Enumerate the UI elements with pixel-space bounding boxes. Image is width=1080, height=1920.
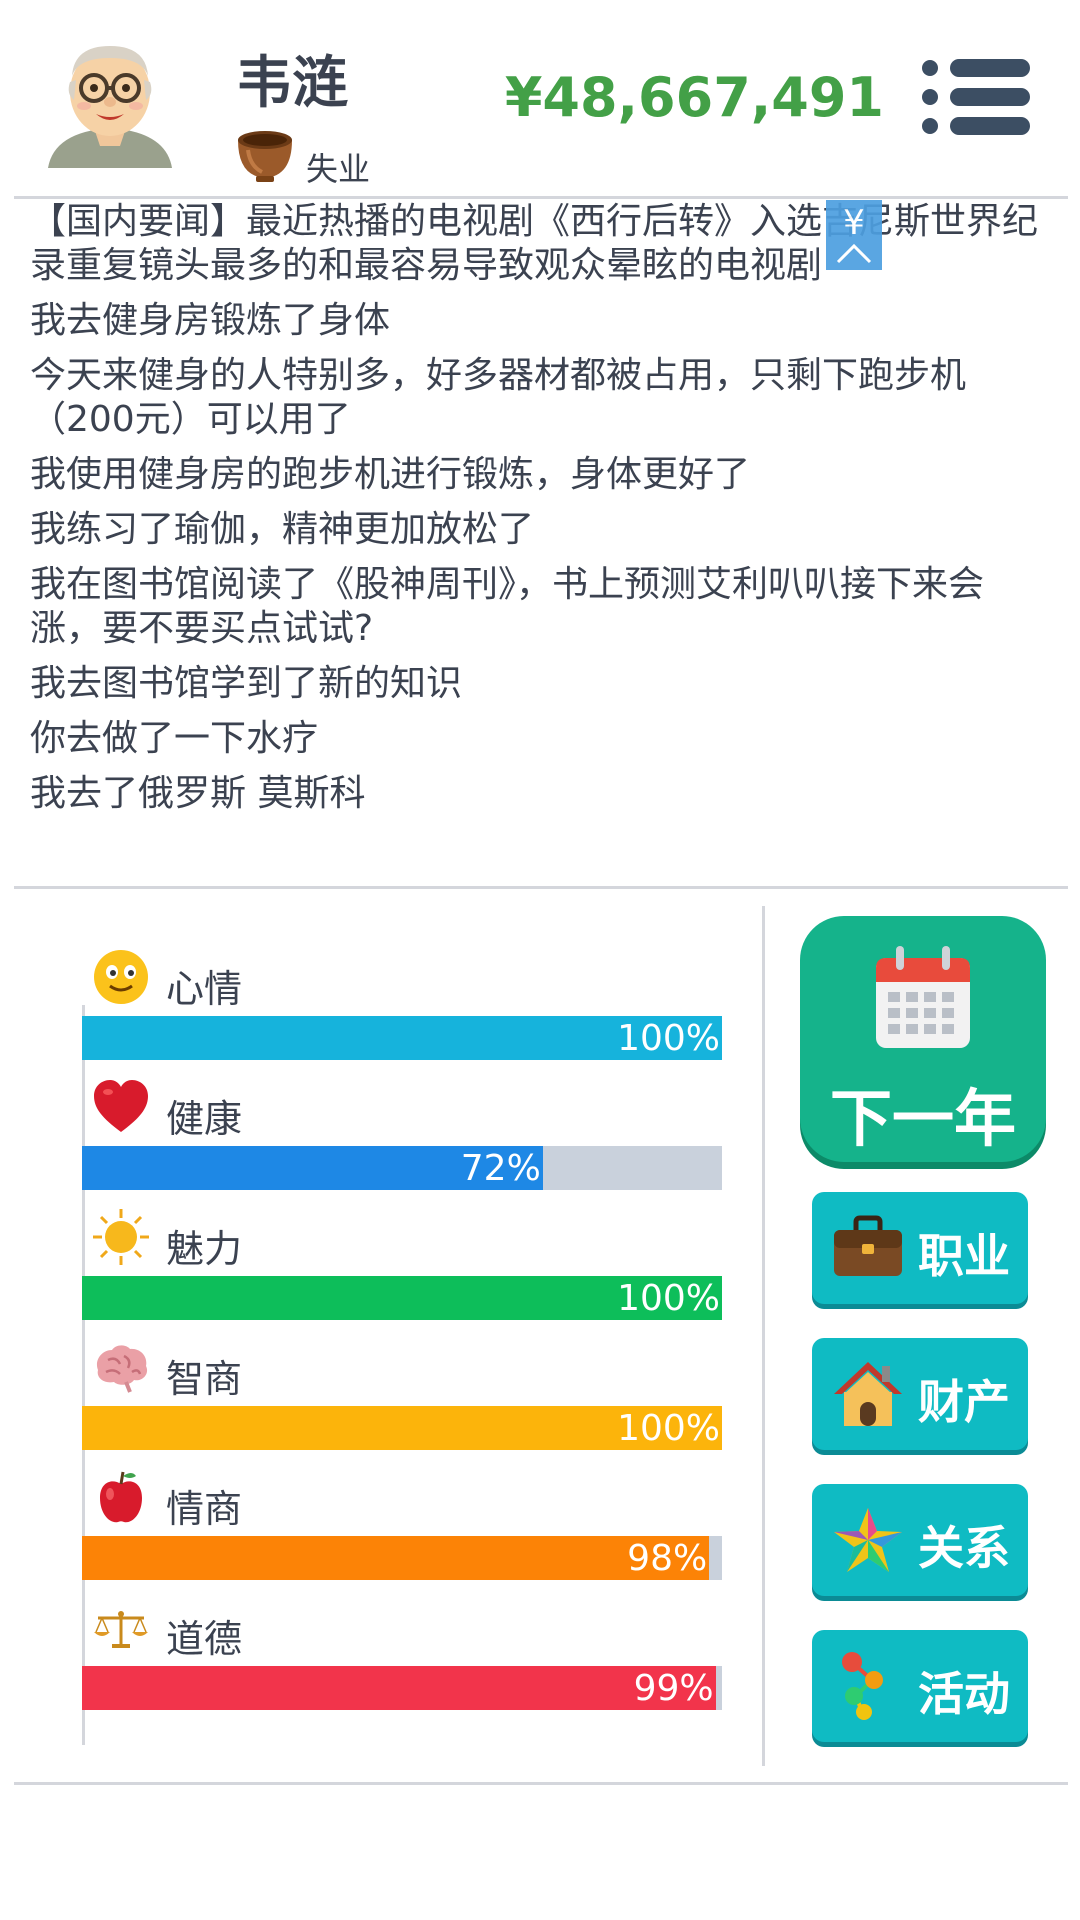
stat-bar: 98% [82, 1536, 722, 1580]
stat-percent: 100% [617, 1408, 720, 1449]
stat-label: 魅力 [166, 1227, 243, 1271]
heart-icon [94, 1080, 148, 1132]
stat-health: 健康 72% [82, 1078, 722, 1202]
smiley-icon [94, 950, 148, 1004]
attribute-panel: 心情 100% 健康 72% 魅力 100% 智商 100% 情商 98% 道德… [82, 948, 722, 1742]
stat-bar-fill: 99% [82, 1666, 716, 1710]
house-icon [834, 1362, 902, 1426]
log-entry: 我去了俄罗斯 莫斯科 [30, 773, 366, 814]
stat-percent: 100% [617, 1018, 720, 1059]
player-name: 韦涟 [236, 51, 348, 116]
stat-morality: 道德 99% [82, 1598, 722, 1722]
money-balance: ¥48,667,491 [504, 66, 884, 129]
stat-bar: 72% [82, 1146, 722, 1190]
activities-label: 活动 [918, 1667, 1010, 1721]
header: 韦涟 失业 ¥48,667,491 [0, 0, 1080, 198]
stat-percent: 99% [633, 1668, 714, 1709]
log-entry: 我在图书馆阅读了《股神周刊》，书上预测艾利叭叭接下来会涨，要不要买点试试? [30, 564, 985, 649]
log-entry: 我去图书馆学到了新的知识 [30, 663, 463, 704]
career-label: 职业 [918, 1229, 1010, 1283]
calendar-icon [876, 946, 970, 1048]
log-entry: 你去做了一下水疗 [30, 718, 319, 759]
stat-iq: 智商 100% [82, 1338, 722, 1462]
brain-icon [96, 1345, 148, 1393]
property-button[interactable]: 财产 [812, 1338, 1028, 1450]
property-label: 财产 [918, 1375, 1010, 1429]
yen-icon: ¥ [843, 203, 865, 243]
next-year-button[interactable]: 下一年 [800, 916, 1046, 1162]
stat-bar-fill: 72% [82, 1146, 543, 1190]
next-year-label: 下一年 [829, 1082, 1016, 1155]
stat-charm: 魅力 100% [82, 1208, 722, 1332]
stat-mood: 心情 100% [82, 948, 722, 1072]
chevron-up-icon [836, 243, 872, 264]
avatar[interactable] [44, 36, 176, 176]
stat-percent: 98% [627, 1538, 708, 1579]
stat-label: 智商 [166, 1357, 243, 1401]
activities-button[interactable]: 活动 [812, 1630, 1028, 1742]
stat-bar-fill: 100% [82, 1016, 722, 1060]
activity-dots-icon [842, 1652, 883, 1720]
stat-label: 健康 [166, 1097, 243, 1141]
log-entry: 我去健身房锻炼了身体 [30, 300, 391, 341]
divider [14, 886, 1068, 889]
log-entry: 我使用健身房的跑步机进行锻炼，身体更好了 [30, 454, 751, 495]
job-status: 失业 [306, 150, 371, 188]
divider [14, 1782, 1068, 1785]
divider [14, 196, 1068, 199]
log-entry: 今天来健身的人特别多，好多器材都被占用，只剩下跑步机（200元）可以用了 [30, 355, 967, 440]
stat-percent: 72% [460, 1148, 541, 1189]
career-button[interactable]: 职业 [812, 1192, 1028, 1304]
stat-bar-fill: 98% [82, 1536, 710, 1580]
scales-icon [94, 1611, 148, 1648]
log-entry: 我练习了瑜伽，精神更加放松了 [30, 509, 535, 550]
sun-icon [93, 1209, 149, 1265]
event-log[interactable]: 【国内要闻】最近热播的电视剧《西行后转》入选吉尼斯世界纪录重复镜头最多的和最容易… [30, 200, 1040, 860]
scroll-top-button[interactable]: ¥ [826, 200, 882, 270]
relations-button[interactable]: 关系 [812, 1484, 1028, 1596]
stat-percent: 100% [617, 1278, 720, 1319]
relations-label: 关系 [918, 1521, 1010, 1575]
stat-bar-fill: 100% [82, 1406, 722, 1450]
menu-button[interactable] [922, 56, 1030, 138]
stat-bar: 100% [82, 1406, 722, 1450]
stat-label: 心情 [166, 967, 243, 1011]
stat-bar: 100% [82, 1276, 722, 1320]
star-icon [834, 1508, 902, 1572]
stat-label: 情商 [166, 1487, 243, 1531]
log-entry: 【国内要闻】最近热播的电视剧《西行后转》入选吉尼斯世界纪录重复镜头最多的和最容易… [30, 201, 1039, 286]
panel-separator [762, 906, 765, 1766]
stat-bar: 99% [82, 1666, 722, 1710]
briefcase-icon [834, 1215, 902, 1276]
stat-bar: 100% [82, 1016, 722, 1060]
apple-icon [100, 1471, 142, 1523]
stat-bar-fill: 100% [82, 1276, 722, 1320]
stat-label: 道德 [166, 1617, 243, 1661]
menu-icon [922, 60, 938, 76]
stat-eq: 情商 98% [82, 1468, 722, 1592]
begging-bowl-icon [238, 131, 292, 182]
